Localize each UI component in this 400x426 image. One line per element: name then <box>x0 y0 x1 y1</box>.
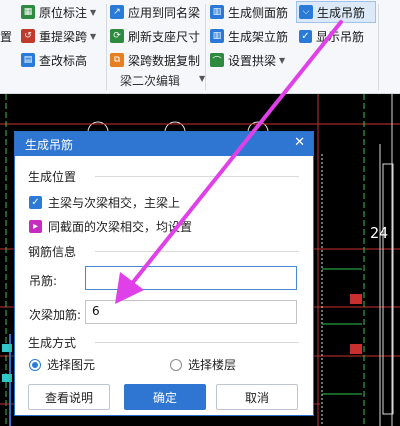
section-rebar-label: 钢筋信息 <box>28 245 77 259</box>
dialog-title: 生成吊筋 <box>25 138 74 152</box>
hanger-label: 吊筋: <box>29 274 58 288</box>
refresh-icon: ⟳ <box>110 29 124 43</box>
radio-label: 选择楼层 <box>188 358 237 372</box>
re-span-icon: ↺ <box>21 29 35 43</box>
arch-icon: ⌒ <box>210 53 224 67</box>
ribbon-label: 原位标注 <box>39 5 88 20</box>
ribbon-label: 生成侧面筋 <box>228 5 289 20</box>
radio-selected-icon[interactable] <box>29 358 41 371</box>
apply-same-name-button[interactable]: ↗ 应用到同名梁 <box>110 2 200 22</box>
hanger-icon: ⌵ <box>299 5 313 19</box>
ribbon-label: 重提梁跨 <box>39 29 88 44</box>
close-icon[interactable]: ✕ <box>294 135 305 150</box>
checkbox-checked-icon[interactable]: ✓ <box>29 196 42 209</box>
set-arch-button[interactable]: ⌒ 设置拱梁 ▼ <box>210 50 285 70</box>
divider <box>95 342 299 343</box>
radio-label: 选择图元 <box>47 358 96 372</box>
radio-select-floors[interactable]: 选择楼层 <box>170 356 236 373</box>
copy-icon: ⧉ <box>110 53 124 67</box>
hanger-input[interactable] <box>85 266 297 290</box>
option-label: 同截面的次梁相交，均设置 <box>48 220 193 234</box>
section-position-label: 生成位置 <box>28 170 77 184</box>
radio-select-elements[interactable]: 选择图元 <box>29 356 95 373</box>
section-method-label: 生成方式 <box>28 336 77 350</box>
ribbon-label: 梁跨数据复制 <box>128 53 201 68</box>
chevron-down-icon[interactable]: ▼ <box>90 32 96 41</box>
ribbon-toolbar: 置 ▦ 原位标注 ▼ ↺ 重提梁跨 ▼ ▤ 查改标高 ↗ 应用到同名梁 ⟳ 刷新… <box>0 0 400 94</box>
original-mark-button[interactable]: ▦ 原位标注 ▼ <box>21 2 96 22</box>
chevron-down-icon[interactable]: ▼ <box>279 56 285 65</box>
ribbon-label: 刷新支座尺寸 <box>128 29 201 44</box>
stirrup-label: 次梁加筋: <box>29 308 82 322</box>
ribbon-label: 生成吊筋 <box>317 5 366 20</box>
original-mark-icon: ▦ <box>21 5 35 19</box>
chevron-down-icon[interactable]: ▼ <box>199 74 205 83</box>
checkbox-partial-icon[interactable]: ▸ <box>29 220 42 233</box>
checkbox-checked-icon[interactable]: ✓ <box>299 29 312 43</box>
ribbon-label: 设置拱梁 <box>228 53 277 68</box>
check-height-button[interactable]: ▤ 查改标高 <box>21 50 87 70</box>
option-same-section[interactable]: ▸ 同截面的次梁相交，均设置 <box>29 218 192 235</box>
stirrup-input[interactable]: 6 <box>85 300 297 324</box>
side-bar-icon: ▥ <box>210 5 224 19</box>
ribbon-item-clipped-2[interactable]: 置 <box>0 26 12 46</box>
refresh-support-button[interactable]: ⟳ 刷新支座尺寸 <box>110 26 200 46</box>
ok-button[interactable]: 确定 <box>124 384 206 410</box>
gen-erect-bar-button[interactable]: ▥ 生成架立筋 <box>210 26 288 46</box>
ribbon-label: 应用到同名梁 <box>128 5 201 20</box>
span-copy-button[interactable]: ⧉ 梁跨数据复制 <box>110 50 200 70</box>
dialog-titlebar[interactable]: 生成吊筋 ✕ <box>15 132 313 156</box>
cancel-button[interactable]: 取消 <box>216 384 298 410</box>
apply-icon: ↗ <box>110 5 124 19</box>
generate-hanger-dialog: 生成吊筋 ✕ 生成位置 ✓ 主梁与次梁相交，主梁上 ▸ 同截面的次梁相交，均设置… <box>14 131 314 416</box>
show-hanger-toggle[interactable]: ✓ 显示吊筋 <box>299 26 364 46</box>
axis-number-label: 24 <box>370 224 389 242</box>
option-label: 主梁与次梁相交，主梁上 <box>48 196 181 210</box>
divider <box>95 251 299 252</box>
erect-bar-icon: ▥ <box>210 29 224 43</box>
gen-side-bar-button[interactable]: ▥ 生成侧面筋 <box>210 2 288 22</box>
ribbon-label: 置 <box>0 29 13 44</box>
re-span-button[interactable]: ↺ 重提梁跨 ▼ <box>21 26 96 46</box>
divider <box>378 4 379 90</box>
radio-unselected-icon[interactable] <box>170 358 182 371</box>
ribbon-group-label: 梁二次编辑 <box>120 74 181 88</box>
divider <box>95 176 299 177</box>
divider <box>106 4 107 90</box>
ribbon-label: 生成架立筋 <box>228 29 289 44</box>
ribbon-label: 显示吊筋 <box>316 29 365 44</box>
help-button[interactable]: 查看说明 <box>28 384 110 410</box>
chevron-down-icon[interactable]: ▼ <box>90 8 96 17</box>
ribbon-label: 查改标高 <box>39 53 88 68</box>
elevation-icon: ▤ <box>21 53 35 67</box>
option-main-secondary[interactable]: ✓ 主梁与次梁相交，主梁上 <box>29 194 180 211</box>
gen-hanger-button[interactable]: ⌵ 生成吊筋 <box>299 2 365 22</box>
